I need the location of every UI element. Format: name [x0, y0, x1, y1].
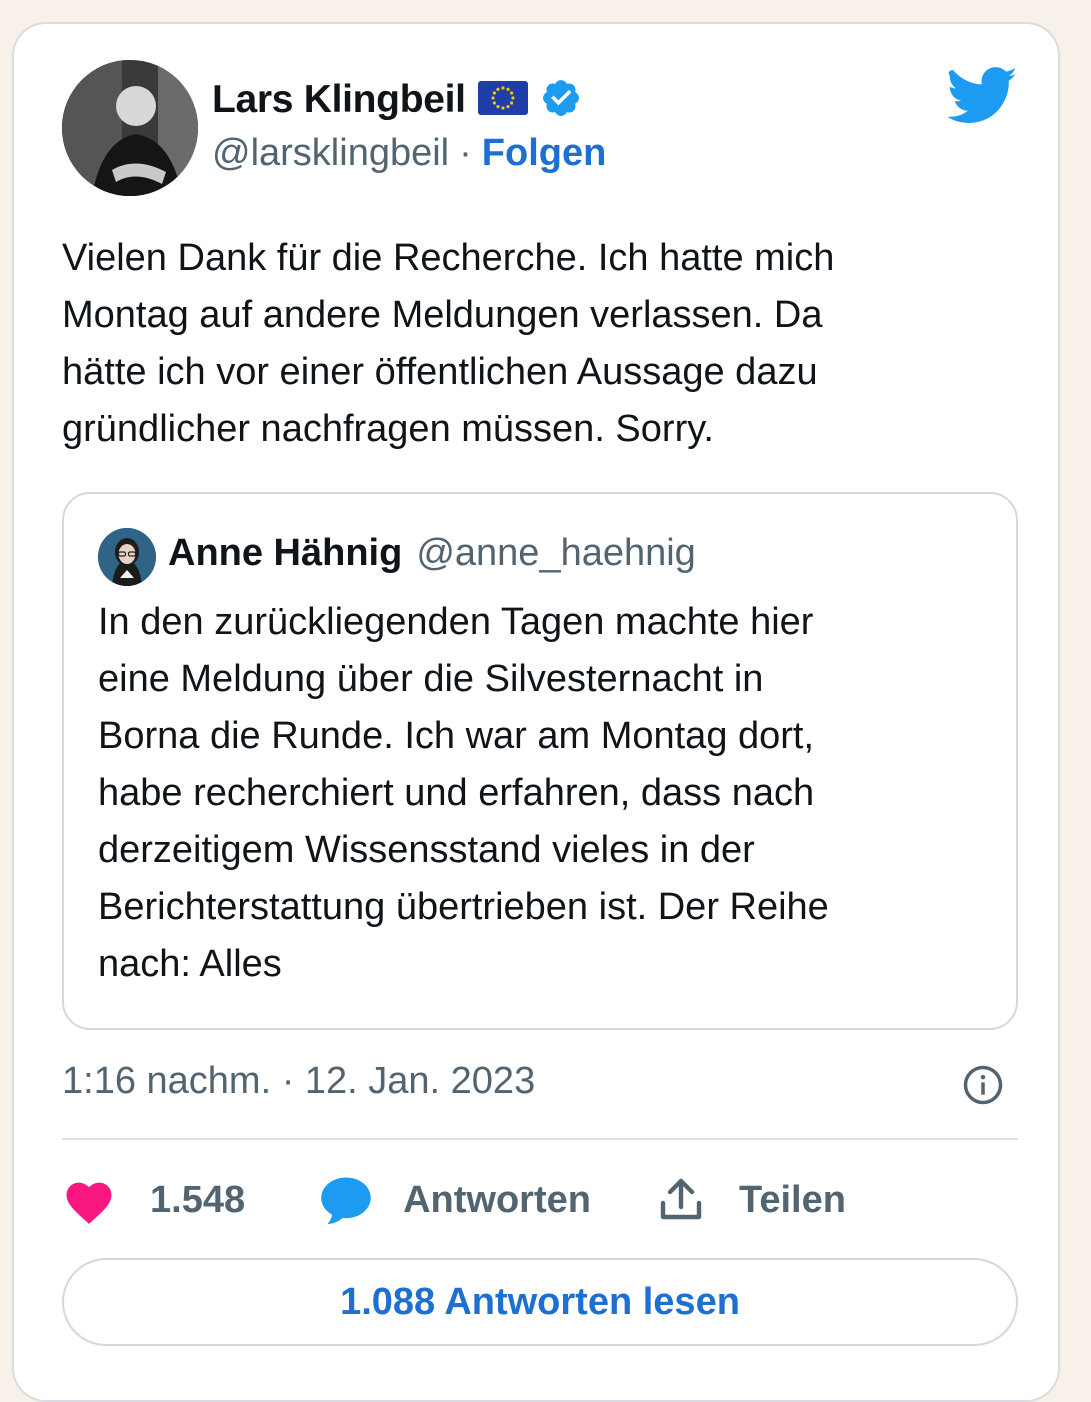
like-count: 1.548	[150, 1178, 246, 1221]
eu-flag-icon	[477, 80, 528, 120]
quoted-tweet[interactable]: Anne Hähnig @anne_haehnig In den zurückl…	[62, 492, 1018, 1030]
reply-button[interactable]: Antworten	[319, 1174, 591, 1226]
share-label: Teilen	[738, 1178, 846, 1221]
info-icon[interactable]	[962, 1064, 1004, 1106]
quoted-header: Anne Hähnig @anne_haehnig	[168, 532, 696, 575]
reply-label: Antworten	[403, 1178, 591, 1221]
verified-badge-icon	[540, 77, 582, 124]
heart-icon	[62, 1175, 116, 1225]
tweet-timestamp[interactable]: 1:16 nachm. · 12. Jan. 2023	[62, 1060, 535, 1103]
author-handle[interactable]: @larsklingbeil	[212, 132, 449, 175]
author-name-row: Lars Klingbeil	[212, 74, 582, 126]
quoted-author-handle: @anne_haehnig	[416, 532, 696, 574]
tweet-embed-card: Lars Klingbeil @larsklingbeil · Folgen V…	[12, 22, 1060, 1402]
share-button[interactable]: Teilen	[657, 1175, 846, 1225]
action-bar: 1.548 Antworten Teilen	[62, 1170, 846, 1230]
twitter-bird-icon[interactable]	[946, 66, 1018, 126]
quoted-author-avatar	[98, 528, 156, 586]
speech-bubble-icon	[319, 1174, 373, 1226]
author-avatar[interactable]	[62, 60, 198, 196]
share-icon	[657, 1175, 705, 1225]
separator-dot: ·	[459, 132, 472, 174]
author-name[interactable]: Lars Klingbeil	[212, 78, 466, 122]
follow-button[interactable]: Folgen	[482, 132, 607, 175]
like-button[interactable]: 1.548	[62, 1175, 245, 1225]
quoted-tweet-text: In den zurückliegenden Tagen machte hier…	[98, 601, 829, 985]
author-handle-row: @larsklingbeil · Folgen	[212, 132, 606, 175]
quoted-author-name: Anne Hähnig	[168, 532, 403, 574]
tweet-text: Vielen Dank für die Recherche. Ich hatte…	[62, 237, 835, 450]
divider	[62, 1138, 1018, 1140]
read-replies-button[interactable]: 1.088 Antworten lesen	[62, 1258, 1018, 1346]
